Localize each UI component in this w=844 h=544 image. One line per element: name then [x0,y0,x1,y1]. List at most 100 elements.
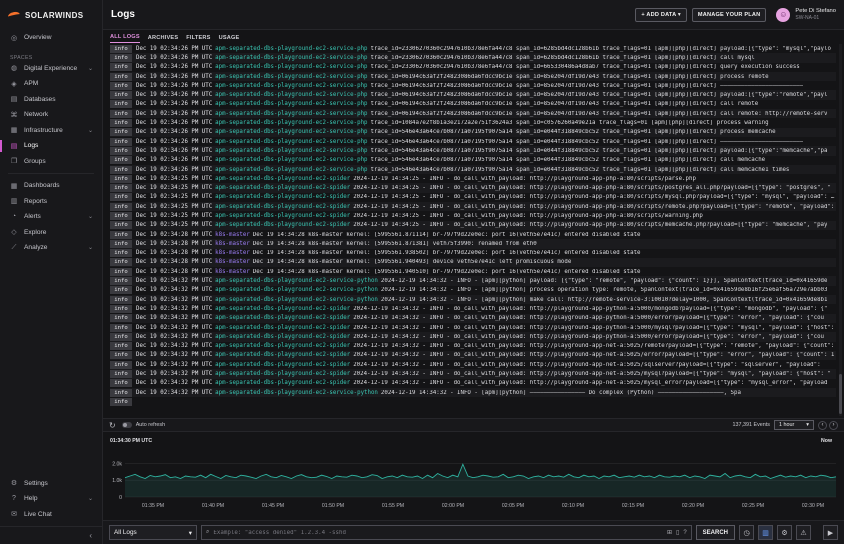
log-row[interactable]: info Dec 19 02:34:26 PM UTC apm-separated-… [110,146,836,156]
sidebar-item-label: Reports [24,197,48,205]
tab-all-logs[interactable]: ALL LOGS [110,32,140,43]
sidebar-item-explore[interactable]: ◇ Explore [0,225,102,241]
sidebar-item-live-chat[interactable]: ✉ Live Chat [0,507,102,523]
search-button[interactable]: SEARCH [695,525,735,540]
log-level-badge: info [110,314,132,323]
tab-filters[interactable]: FILTERS [186,33,210,43]
histogram-toggle-icon[interactable]: ▥ [758,525,773,540]
log-row[interactable]: info Dec 19 02:34:32 PM UTC apm-separated-… [110,369,836,379]
user-menu[interactable]: Pete Di Stefano SW-NA-01 [795,8,836,21]
log-row[interactable]: info Dec 19 02:34:26 PM UTC apm-separated-… [110,156,836,165]
log-row[interactable]: info Dec 19 02:34:26 PM UTC apm-separated-… [110,71,836,82]
previous-button[interactable]: ‹ [818,420,827,430]
log-row[interactable]: info Dec 19 02:34:26 PM UTC apm-separated-… [110,44,836,53]
sidebar-item-apm[interactable]: ◈ APM [0,76,102,92]
log-row[interactable]: info Dec 19 02:34:26 PM UTC apm-separated-… [110,100,836,109]
log-row[interactable]: info Dec 19 02:34:26 PM UTC apm-separated-… [110,137,836,146]
log-row[interactable]: info Dec 19 02:34:28 PM UTC k8s-master Dec … [110,267,836,276]
clock-icon[interactable]: ◷ [739,525,754,540]
log-row[interactable]: info Dec 19 02:34:26 PM UTC apm-separated-… [110,53,836,63]
log-row[interactable]: info Dec 19 02:34:26 PM UTC apm-separated-… [110,81,836,90]
log-level-badge: info [110,230,132,239]
sidebar-item-logs[interactable]: ▤ Logs [0,138,102,154]
search-input[interactable] [213,529,663,536]
log-row[interactable]: info Dec 19 02:34:25 PM UTC apm-separated-… [110,220,836,230]
avatar[interactable]: ☺ [776,7,791,22]
time-range-select[interactable]: 1 hour ▾ [774,420,814,430]
sidebar-item-analyze[interactable]: ⟋ Analyze ⌄ [0,240,102,256]
log-row[interactable]: info Dec 19 02:34:32 PM UTC apm-separated-… [110,332,836,342]
log-message: trace_id=23306270360c2947610b378e6fa447c… [370,45,831,52]
log-scrollbar[interactable] [839,44,842,416]
help-icon[interactable]: ? [683,530,686,536]
log-level-badge: info [110,100,132,109]
log-level-badge: info [110,388,132,397]
collapse-sidebar-button[interactable]: ‹ [0,526,102,544]
log-row[interactable]: info Dec 19 02:34:26 PM UTC apm-separated-… [110,90,836,100]
log-row[interactable]: info Dec 19 02:34:26 PM UTC apm-separated-… [110,63,836,72]
log-source-host: apm-separated-dbs-playground-ec2-service… [215,110,368,117]
warning-icon[interactable]: ⚠ [796,525,811,540]
log-row[interactable]: info Dec 19 02:34:25 PM UTC apm-separated-… [110,183,836,193]
log-row[interactable]: info Dec 19 02:34:28 PM UTC k8s-master Dec … [110,257,836,268]
auto-refresh-toggle[interactable] [121,422,132,428]
sidebar-item-reports[interactable]: ▥ Reports [0,194,102,210]
bookmark-icon[interactable]: ▯ [676,529,679,536]
log-source-host: apm-separated-dbs-playground-ec2-service… [215,129,368,136]
log-row[interactable]: info Dec 19 02:34:32 PM UTC apm-separated-… [110,360,836,369]
log-row[interactable]: info Dec 19 02:34:26 PM UTC apm-separated-… [110,127,836,137]
log-row[interactable]: info Dec 19 02:34:32 PM UTC apm-separated-… [110,350,836,361]
log-source-select[interactable]: All Logs ▾ [109,525,197,540]
log-row[interactable]: info Dec 19 02:34:32 PM UTC apm-separated-… [110,387,836,398]
log-row[interactable]: info Dec 19 02:34:32 PM UTC apm-separated-… [110,304,836,313]
log-row[interactable]: info Dec 19 02:34:28 PM UTC k8s-master Dec … [110,249,836,258]
log-level-badge: info [110,267,132,276]
tab-archives[interactable]: ARCHIVES [148,33,179,43]
sidebar-item-databases[interactable]: ▤ Databases [0,92,102,108]
log-source-host: apm-separated-dbs-playground-ec2-spider [215,371,351,378]
next-button[interactable]: › [829,420,838,430]
log-row[interactable]: info Dec 19 02:34:26 PM UTC apm-separated-… [110,109,836,119]
refresh-icon[interactable]: ↻ [109,421,116,430]
log-row[interactable]: info Dec 19 02:34:32 PM UTC apm-separated-… [110,295,836,305]
log-message: 2024-12-19 14:34:25 - INFO - do_call_wit… [353,222,828,229]
log-row[interactable]: info Dec 19 02:34:32 PM UTC apm-separated-… [110,323,836,332]
log-row[interactable]: info Dec 19 02:34:32 PM UTC apm-separated-… [110,342,836,351]
manage-plan-button[interactable]: MANAGE YOUR PLAN [691,7,767,22]
log-row[interactable]: info Dec 19 02:34:32 PM UTC apm-separated-… [110,276,836,286]
log-row[interactable]: info Dec 19 02:34:32 PM UTC apm-separated-… [110,313,836,323]
log-row[interactable]: info [110,397,836,406]
sidebar-item-infrastructure[interactable]: ▦ Infrastructure ⌄ [0,123,102,139]
play-icon[interactable]: ▶ [823,525,838,540]
auto-refresh-label: Auto refresh [135,422,166,428]
settings-icon[interactable]: ⚙ [777,525,792,540]
log-row[interactable]: info Dec 19 02:34:26 PM UTC apm-separated-… [110,118,836,128]
brand-logo[interactable]: SOLARWINDS [0,0,102,30]
chevron-down-icon: ⌄ [87,496,93,503]
log-timestamp: Dec 19 02:34:32 PM UTC [136,380,213,387]
log-row[interactable]: info Dec 19 02:34:25 PM UTC apm-separated-… [110,193,836,202]
sidebar-item-network[interactable]: ⌘ Network [0,107,102,123]
sidebar-item-settings[interactable]: ⚙ Settings [0,476,102,492]
grid-icon[interactable]: ⊞ [667,529,672,536]
sidebar-item-digital-experience[interactable]: ◍ Digital Experience ⌄ [0,61,102,77]
log-row[interactable]: info Dec 19 02:34:28 PM UTC k8s-master Dec … [110,230,836,239]
sidebar-item-dashboards[interactable]: ▦ Dashboards [0,178,102,194]
tab-usage[interactable]: USAGE [219,33,240,43]
log-level-badge: info [110,221,132,230]
add-data-button[interactable]: + ADD DATA ▾ [635,7,687,22]
log-row[interactable]: info Dec 19 02:34:25 PM UTC apm-separated-… [110,174,836,183]
log-row[interactable]: info Dec 19 02:34:26 PM UTC apm-separated-… [110,164,836,175]
chevron-down-icon: ▾ [677,11,681,18]
log-row[interactable]: info Dec 19 02:34:25 PM UTC apm-separated-… [110,202,836,212]
log-row[interactable]: info Dec 19 02:34:28 PM UTC k8s-master Dec … [110,239,836,249]
sidebar-item-overview[interactable]: ◎ Overview [0,30,102,46]
log-row[interactable]: info Dec 19 02:34:25 PM UTC apm-separated-… [110,211,836,220]
sidebar-item-groups[interactable]: ❐ Groups [0,154,102,170]
log-row[interactable]: info Dec 19 02:34:32 PM UTC apm-separated-… [110,286,836,295]
sidebar-item-alerts[interactable]: ◔ Alerts ⌄ [0,209,102,225]
log-source-host: apm-separated-dbs-playground-ec2-spider [215,305,351,312]
log-row[interactable]: info Dec 19 02:34:32 PM UTC apm-separated-… [110,379,836,388]
sidebar-item-help[interactable]: ? Help ⌄ [0,491,102,507]
log-volume-histogram[interactable]: 01:34:30 PM UTC Now 2.0k 1.0k 0 01:35 PM 01:… [103,433,844,519]
